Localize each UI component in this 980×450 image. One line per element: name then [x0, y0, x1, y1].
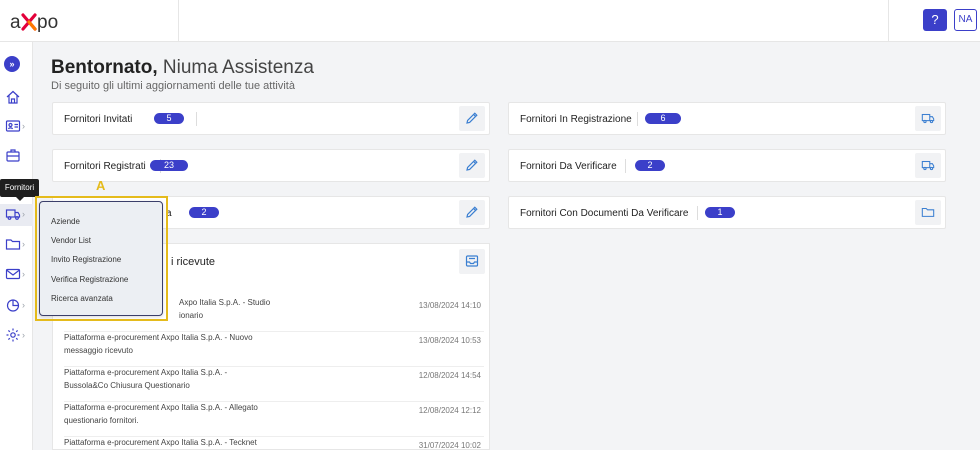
- chevron-right-icon: ›: [22, 269, 25, 279]
- card-divider: [196, 112, 197, 126]
- help-button[interactable]: ?: [923, 9, 947, 31]
- sidebar-item-documents[interactable]: ›: [0, 234, 33, 256]
- card-fornitori-documenti[interactable]: Fornitori Con Documenti Da Verificare 1: [508, 196, 946, 229]
- gear-icon: [6, 328, 20, 342]
- menu-item-verifica-registrazione[interactable]: Verifica Registrazione: [51, 275, 128, 284]
- user-name: Niuma Assistenza: [162, 57, 314, 78]
- sidebar-item-briefcase[interactable]: [0, 145, 33, 167]
- messages-title: i ricevute: [171, 256, 216, 268]
- count-badge: 1: [705, 207, 735, 218]
- message-text: Piattaforma e-procurement Axpo Italia S.…: [64, 403, 258, 425]
- menu-item-aziende[interactable]: Aziende: [51, 217, 80, 226]
- pencil-icon: [466, 112, 478, 124]
- topbar-divider: [888, 0, 889, 42]
- page-title: Bentornato, Niuma Assistenza: [51, 57, 314, 79]
- count-badge: 5: [154, 113, 184, 124]
- card-divider: [697, 206, 698, 220]
- greeting-text: Bentornato,: [51, 57, 158, 78]
- card-label: Fornitori Invitati: [64, 114, 133, 125]
- user-avatar-button[interactable]: NA: [954, 9, 977, 31]
- chevron-right-icon: ›: [22, 300, 25, 310]
- svg-text:po: po: [37, 12, 58, 33]
- count-badge: 2: [635, 160, 665, 171]
- truck-icon: [921, 113, 935, 124]
- message-text: Piattaforma e-procurement Axpo Italia S.…: [64, 438, 257, 447]
- inbox-icon: [465, 255, 479, 267]
- truck-button[interactable]: [915, 106, 941, 131]
- sidebar-item-settings[interactable]: ›: [0, 325, 33, 347]
- briefcase-icon: [6, 149, 20, 162]
- topbar-divider: [178, 0, 179, 42]
- card-fornitori-registrati[interactable]: Fornitori Registrati 23: [52, 149, 490, 182]
- inbox-button[interactable]: [459, 249, 485, 274]
- pencil-icon: [466, 206, 478, 218]
- message-row[interactable]: Piattaforma e-procurement Axpo Italia S.…: [64, 331, 484, 367]
- message-row[interactable]: Piattaforma e-procurement Axpo Italia S.…: [64, 436, 484, 450]
- message-date: 31/07/2024 10:02: [418, 441, 481, 450]
- message-text: Piattaforma e-procurement Axpo Italia S.…: [64, 368, 228, 390]
- card-fornitori-in-registrazione[interactable]: Fornitori In Registrazione 6: [508, 102, 946, 135]
- axpo-logo[interactable]: a po: [10, 10, 72, 34]
- message-date: 12/08/2024 12:12: [418, 406, 481, 415]
- sidebar-item-home[interactable]: [0, 87, 33, 109]
- truck-icon: [921, 160, 935, 171]
- message-date: 12/08/2024 14:54: [418, 371, 481, 380]
- truck-button[interactable]: [915, 153, 941, 178]
- menu-item-vendor-list[interactable]: Vendor List: [51, 236, 91, 245]
- contact-card-icon: [5, 120, 21, 132]
- message-text: Axpo Italia S.p.A. - Studio ionario: [179, 298, 271, 320]
- svg-text:a: a: [10, 12, 21, 33]
- chart-pie-icon: [6, 299, 20, 312]
- message-text: Piattaforma e-procurement Axpo Italia S.…: [64, 333, 253, 355]
- menu-item-ricerca-avanzata[interactable]: Ricerca avanzata: [51, 294, 113, 303]
- annotation-label: A: [96, 178, 106, 193]
- chevron-right-icon: ›: [22, 239, 25, 249]
- truck-icon: [5, 209, 21, 220]
- card-divider: [637, 112, 638, 126]
- edit-button[interactable]: [459, 106, 485, 131]
- card-label: Fornitori In Registrazione: [520, 114, 632, 125]
- edit-button[interactable]: [459, 153, 485, 178]
- page-subtitle: Di seguito gli ultimi aggiornamenti dell…: [51, 80, 295, 92]
- card-divider: [625, 159, 626, 173]
- card-fornitori-invitati[interactable]: Fornitori Invitati 5: [52, 102, 490, 135]
- folder-icon: [921, 207, 935, 217]
- card-label: Fornitori Registrati: [64, 161, 146, 172]
- sidebar-item-messages[interactable]: ›: [0, 264, 33, 286]
- menu-item-invito-registrazione[interactable]: Invito Registrazione: [51, 255, 121, 264]
- message-row[interactable]: Piattaforma e-procurement Axpo Italia S.…: [64, 366, 484, 402]
- message-date: 13/08/2024 14:10: [418, 301, 481, 310]
- home-icon: [6, 90, 20, 104]
- message-date: 13/08/2024 10:53: [418, 336, 481, 345]
- folder-icon: [5, 239, 21, 250]
- sidebar-item-reports[interactable]: ›: [0, 295, 33, 317]
- chevron-right-icon: ›: [22, 121, 25, 131]
- mail-icon: [5, 268, 21, 280]
- chevron-right-icon: ›: [22, 209, 25, 219]
- edit-button[interactable]: [459, 200, 485, 225]
- card-fornitori-da-verificare[interactable]: Fornitori Da Verificare 2: [508, 149, 946, 182]
- sidebar-item-contacts[interactable]: ›: [0, 116, 33, 138]
- chevron-right-icon: ›: [22, 330, 25, 340]
- sidebar: » › › › › › ›: [0, 42, 33, 450]
- message-row[interactable]: Piattaforma e-procurement Axpo Italia S.…: [64, 401, 484, 437]
- card-label: Fornitori Da Verificare: [520, 161, 617, 172]
- top-bar: a po ? NA: [0, 0, 980, 42]
- folder-button[interactable]: [915, 200, 941, 225]
- expand-sidebar-icon[interactable]: »: [4, 56, 20, 72]
- card-label: Fornitori Con Documenti Da Verificare: [520, 208, 689, 219]
- sidebar-tooltip: Fornitori: [0, 179, 39, 201]
- count-badge: 23: [150, 160, 188, 171]
- count-badge: 6: [645, 113, 681, 124]
- sidebar-item-fornitori[interactable]: ›: [0, 204, 33, 226]
- fornitori-dropdown-menu: Aziende Vendor List Invito Registrazione…: [39, 201, 163, 316]
- pencil-icon: [466, 159, 478, 171]
- count-badge: 2: [189, 207, 219, 218]
